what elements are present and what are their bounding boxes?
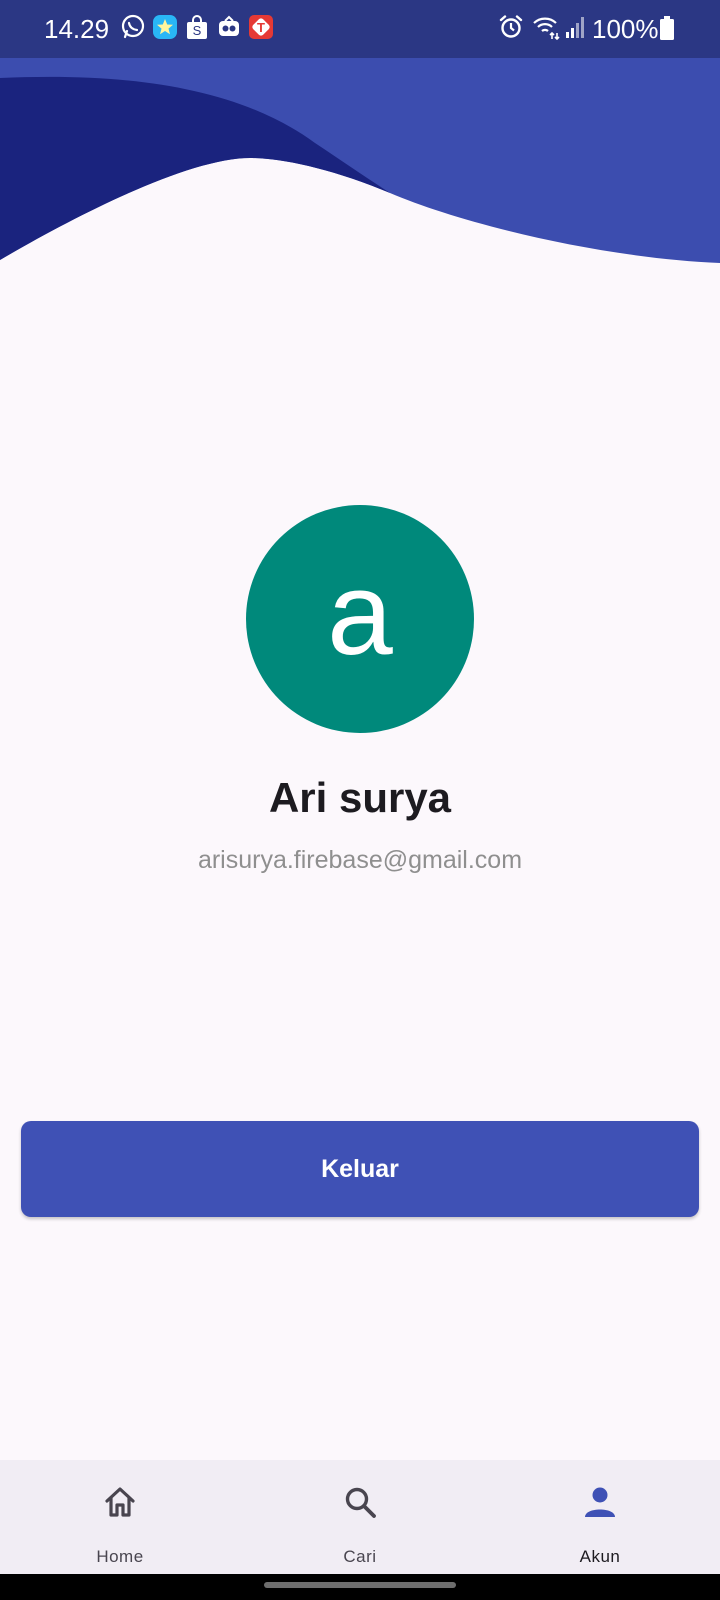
whatsapp-icon bbox=[120, 14, 146, 40]
gesture-navigation-bar bbox=[0, 1574, 720, 1600]
nav-label-search: Cari bbox=[343, 1547, 377, 1566]
header-wave bbox=[0, 58, 720, 263]
logout-button[interactable]: Keluar bbox=[21, 1121, 699, 1217]
home-icon bbox=[102, 1484, 138, 1520]
status-bar: 14.29 S T 100% bbox=[0, 0, 720, 58]
alarm-icon bbox=[498, 14, 524, 40]
status-time: 14.29 bbox=[44, 14, 110, 44]
person-icon bbox=[582, 1484, 618, 1520]
nav-item-search[interactable]: Cari bbox=[240, 1460, 480, 1574]
battery-percentage: 100% bbox=[592, 14, 659, 44]
nav-item-account[interactable]: Akun bbox=[480, 1460, 720, 1574]
bottom-navigation: Home Cari Akun bbox=[0, 1460, 720, 1574]
search-icon bbox=[342, 1484, 378, 1520]
telkomsel-icon: T bbox=[248, 14, 274, 40]
signal-icon bbox=[564, 14, 590, 40]
avatar-initial: a bbox=[327, 548, 393, 680]
svg-text:S: S bbox=[193, 23, 202, 38]
svg-text:T: T bbox=[257, 20, 265, 35]
wifi-icon bbox=[532, 14, 560, 41]
shopee-icon: S bbox=[184, 14, 210, 40]
game-app-icon bbox=[216, 14, 242, 40]
nav-label-home: Home bbox=[96, 1547, 144, 1566]
user-name: Ari surya bbox=[268, 774, 452, 821]
star-app-icon bbox=[152, 14, 178, 40]
nav-item-home[interactable]: Home bbox=[0, 1460, 240, 1574]
nav-label-account: Akun bbox=[579, 1547, 621, 1566]
battery-icon bbox=[660, 16, 674, 40]
home-gesture-handle[interactable] bbox=[264, 1582, 456, 1588]
avatar: a bbox=[246, 505, 474, 733]
user-email: arisurya.firebase@gmail.com bbox=[197, 846, 523, 874]
